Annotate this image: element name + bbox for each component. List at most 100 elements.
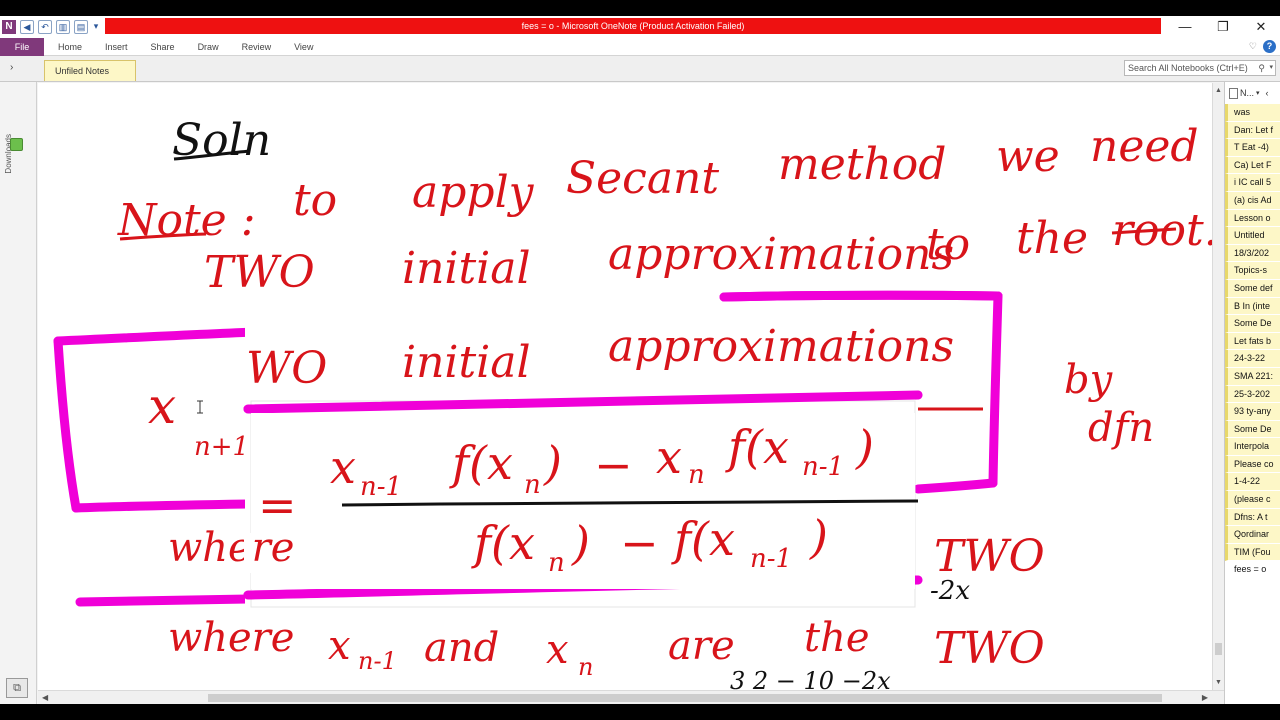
page-tab-item[interactable]: Some def <box>1225 279 1280 298</box>
window-controls: — ❐ ✕ <box>1166 16 1280 38</box>
note-word-two: TWO <box>204 247 315 298</box>
expand-notebooks-icon[interactable]: › <box>10 62 13 73</box>
page-tab-item[interactable]: (please c <box>1225 491 1280 509</box>
dock-icon[interactable]: ▥ <box>56 20 70 34</box>
full-page-view-icon[interactable]: ▤ <box>74 20 88 34</box>
tab-share[interactable]: Share <box>151 38 175 56</box>
scroll-up-icon[interactable]: ▲ <box>1213 85 1224 96</box>
page-tab-item[interactable]: 93 ty-any <box>1225 403 1280 421</box>
page-tab-item[interactable]: 24-3-22 <box>1225 350 1280 368</box>
page-tab-item[interactable]: 25-3-202 <box>1225 385 1280 404</box>
where-mask <box>244 533 252 573</box>
note-word-method: method <box>778 139 946 190</box>
tab-review[interactable]: Review <box>242 38 272 56</box>
where-label-2: where <box>168 615 294 661</box>
num-x-c: x <box>656 430 682 484</box>
tab-draw[interactable]: Draw <box>198 38 219 56</box>
ribbon-tab-list: Home Insert Share Draw Review View <box>58 38 336 56</box>
text-cursor-icon <box>197 400 203 414</box>
tab-view[interactable]: View <box>294 38 313 56</box>
close-button[interactable]: ✕ <box>1242 16 1280 38</box>
page-tabs-pane: N... ▾ ‹ was Dan: Let fT Eat -4) Ca) Let F… <box>1224 82 1280 704</box>
page-tab-item[interactable]: Untitled <box>1225 227 1280 245</box>
page-tab-item[interactable]: Some De <box>1225 420 1280 439</box>
page-tab-item[interactable]: Some De <box>1225 315 1280 333</box>
page-tab-item[interactable]: Dfns: A t <box>1225 508 1280 527</box>
bottom-the: the <box>804 615 870 661</box>
horizontal-scroll-thumb[interactable] <box>208 694 1162 702</box>
page-tab-item[interactable]: SMA 221: <box>1225 367 1280 386</box>
lhs-subscript: n+1 <box>194 432 249 462</box>
page-tabs-dropdown-icon[interactable]: ▾ <box>1256 89 1260 97</box>
page-tabs-header: N... ▾ ‹ <box>1225 82 1280 104</box>
search-input[interactable]: Search All Notebooks (Ctrl+E) ⚲ ▾ <box>1124 60 1276 76</box>
page-tab-item[interactable]: fees = o <box>1225 561 1280 580</box>
dfn-label: dfn <box>1088 405 1154 451</box>
den-f-b: f(x <box>671 512 735 566</box>
note-word-we: we <box>996 131 1060 182</box>
page-tab-item[interactable]: 1-4-22 <box>1225 473 1280 492</box>
num-f-d-close: ) <box>855 420 874 474</box>
bottom-line: where x n-1 and x n are the TWO <box>168 615 1045 681</box>
letterbox-bottom <box>0 704 1280 720</box>
minimize-button[interactable]: — <box>1166 16 1204 38</box>
num-f-d: f(x <box>725 420 789 474</box>
where-label-1: where <box>168 525 294 571</box>
page-tab-item[interactable]: Ca) Let F <box>1225 156 1280 175</box>
bottom-are: are <box>668 623 735 669</box>
collapse-page-tabs-icon[interactable]: ‹ <box>1266 88 1269 98</box>
page-tab-item[interactable]: Qordinar <box>1225 526 1280 544</box>
note-word-to-2: to <box>926 219 970 270</box>
num-f-b-close: ) <box>543 436 562 490</box>
vertical-scrollbar[interactable]: ▲ ▼ <box>1212 83 1224 690</box>
new-page-icon[interactable] <box>1229 87 1238 99</box>
page-tab-item[interactable]: TIM (Fou <box>1225 543 1280 562</box>
scroll-right-icon[interactable]: ▶ <box>1202 693 1208 702</box>
page-canvas[interactable]: Soln Note : to apply Secant method we ne… <box>38 83 1212 690</box>
page-tab-item[interactable]: Topics-s <box>1225 262 1280 280</box>
section-tab-unfiled-notes[interactable]: Unfiled Notes <box>44 60 136 81</box>
two-label-2: TWO <box>934 623 1045 674</box>
quick-notes-icon[interactable]: ⧉ <box>6 678 28 698</box>
search-icon[interactable]: ⚲ <box>1258 61 1265 75</box>
help-icon[interactable]: ? <box>1263 40 1276 53</box>
back-icon[interactable]: ◀ <box>20 20 34 34</box>
num-x-a-sub: n-1 <box>360 472 402 502</box>
page-tab-item[interactable]: Lesson o <box>1225 209 1280 228</box>
vertical-scroll-thumb[interactable] <box>1215 643 1222 655</box>
title-bar: N ◀ ↶ ▥ ▤ ▾ fees = o - Microsoft OneNote… <box>0 16 1280 38</box>
horizontal-scrollbar[interactable]: ◀ ▶ <box>38 690 1224 704</box>
expand-ribbon-icon[interactable]: ♡ <box>1249 41 1257 52</box>
note-word-to: to <box>293 175 337 226</box>
scroll-left-icon[interactable]: ◀ <box>42 693 48 702</box>
page-list: was Dan: Let fT Eat -4) Ca) Let Fi IC call… <box>1225 104 1280 580</box>
customize-toolbar-icon[interactable]: ▾ <box>92 20 100 34</box>
onenote-window: N ◀ ↶ ▥ ▤ ▾ fees = o - Microsoft OneNote… <box>0 0 1280 720</box>
notebook-navigation-bar: › Unfiled Notes Search All Notebooks (Ct… <box>0 56 1280 82</box>
bottom-and: and <box>424 625 499 671</box>
page-tab-item[interactable]: (a) cis Ad <box>1225 191 1280 210</box>
restore-button[interactable]: ❐ <box>1204 16 1242 38</box>
page-tab-item[interactable]: 18/3/202 <box>1225 244 1280 263</box>
num-x-a: x <box>330 440 356 494</box>
two-label-1: TWO <box>934 531 1045 582</box>
tab-insert[interactable]: Insert <box>105 38 128 56</box>
page-tab-item[interactable]: Please co <box>1225 455 1280 474</box>
page-tab-item[interactable]: Let fats b <box>1225 332 1280 351</box>
file-tab[interactable]: File <box>0 38 44 56</box>
page-tabs-title[interactable]: N... <box>1240 88 1254 98</box>
note-word-approximations: approximations <box>608 229 954 280</box>
search-scope-dropdown-icon[interactable]: ▾ <box>1269 61 1273 75</box>
page-tab-item[interactable]: T Eat -4) <box>1225 139 1280 157</box>
scroll-down-icon[interactable]: ▼ <box>1213 677 1224 688</box>
page-tab-item[interactable]: i IC call 5 <box>1225 174 1280 192</box>
tab-home[interactable]: Home <box>58 38 82 56</box>
page-tab-item[interactable]: B In (inte <box>1225 297 1280 316</box>
page-tab-item[interactable]: Interpola <box>1225 438 1280 456</box>
notebook-icon[interactable] <box>10 138 23 151</box>
echo-word-approximations: approximations <box>608 321 954 372</box>
page-tab-item[interactable]: was <box>1225 104 1280 122</box>
onenote-logo-icon: N <box>2 20 16 34</box>
undo-icon[interactable]: ↶ <box>38 20 52 34</box>
page-tab-item[interactable]: Dan: Let f <box>1225 121 1280 140</box>
